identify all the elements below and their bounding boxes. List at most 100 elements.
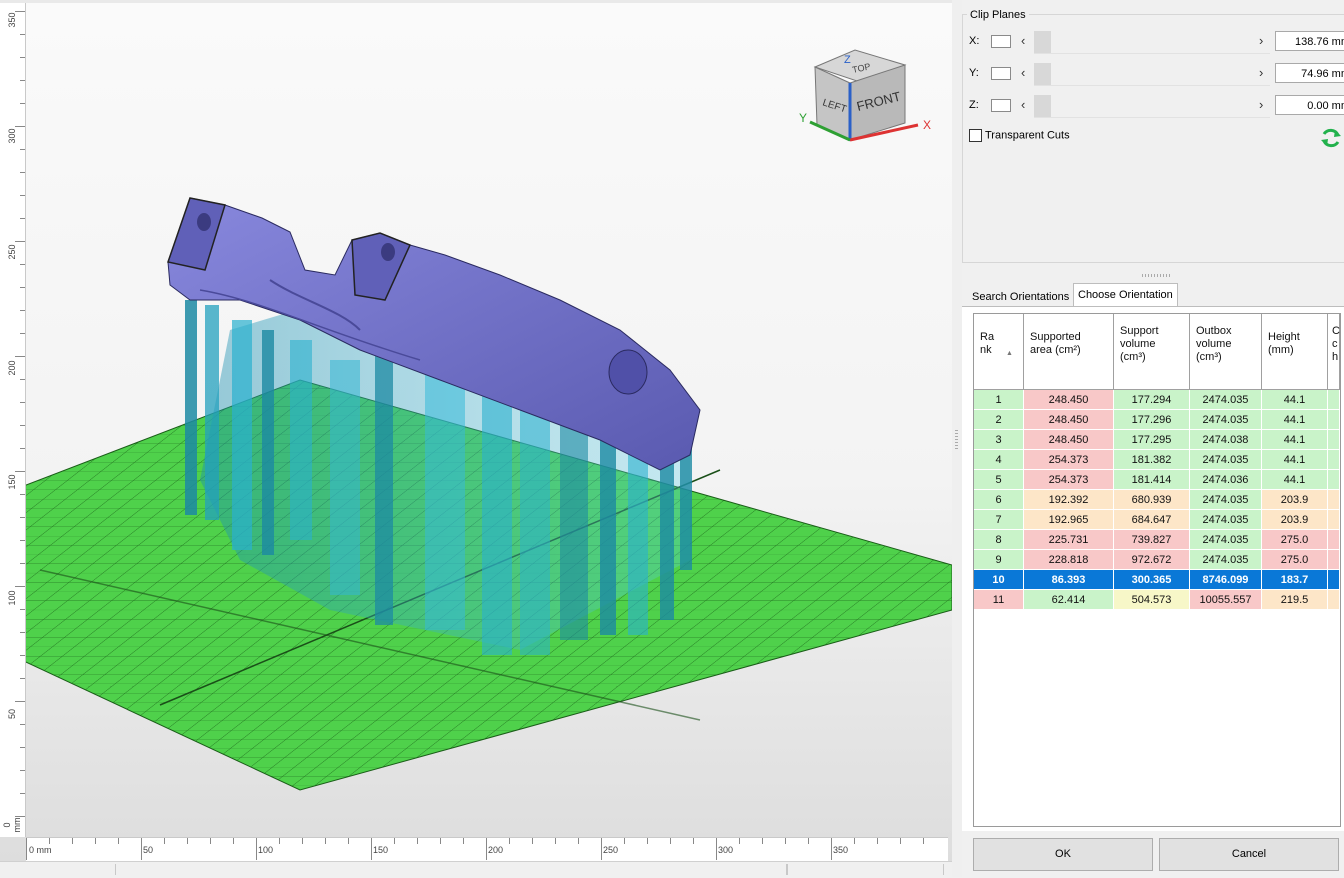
view-cube[interactable]: TOP LEFT FRONT X Y Z: [795, 45, 940, 150]
clip-x-slider-thumb[interactable]: [1034, 31, 1051, 53]
ruler-tick: [20, 34, 25, 35]
cell-area: 254.373: [1024, 450, 1114, 470]
ruler-tick: [15, 701, 25, 702]
table-row[interactable]: 8 225.731 739.827 2474.035 275.0: [974, 530, 1340, 550]
ruler-tick: [20, 678, 25, 679]
horizontal-ruler-label: 150: [373, 845, 389, 855]
ruler-tick: [831, 838, 832, 860]
cell-truncated: [1328, 410, 1340, 430]
ruler-tick: [670, 838, 671, 844]
clip-x-increase-arrow[interactable]: ›: [1259, 34, 1263, 47]
ruler-tick: [15, 356, 25, 357]
table-row[interactable]: 1 248.450 177.294 2474.035 44.1: [974, 390, 1340, 410]
cell-outbox-volume: 2474.035: [1190, 550, 1262, 570]
table-row[interactable]: 4 254.373 181.382 2474.035 44.1: [974, 450, 1340, 470]
clip-x-value-input[interactable]: 138.76 mm: [1275, 31, 1344, 51]
column-header-support-volume[interactable]: Support volume (cm³): [1114, 314, 1190, 390]
cell-height: 275.0: [1262, 530, 1328, 550]
clip-x-slider-track[interactable]: [1034, 53, 1270, 54]
axis-y-label: Y: [799, 111, 807, 125]
ruler-tick: [693, 838, 694, 844]
clip-y-increase-arrow[interactable]: ›: [1259, 66, 1263, 79]
clip-y-toggle[interactable]: [991, 67, 1011, 80]
cell-rank: 6: [974, 490, 1024, 510]
cell-area: 248.450: [1024, 430, 1114, 450]
cell-rank: 8: [974, 530, 1024, 550]
table-row[interactable]: 3 248.450 177.295 2474.038 44.1: [974, 430, 1340, 450]
tab-choose-orientation[interactable]: Choose Orientation: [1073, 283, 1178, 306]
cell-support-volume: 177.296: [1114, 410, 1190, 430]
vertical-splitter[interactable]: [952, 0, 962, 877]
refresh-icon[interactable]: [1320, 127, 1342, 149]
clip-axis-label: X:: [969, 35, 980, 47]
clip-x-toggle[interactable]: [991, 35, 1011, 48]
column-header-rank[interactable]: Ra nk: [974, 314, 1024, 390]
clip-z-slider-thumb[interactable]: [1034, 95, 1051, 117]
ok-button[interactable]: OK: [973, 838, 1153, 871]
splitter-grip[interactable]: [955, 430, 958, 450]
clip-plane-row-y: Y: ‹ › 74.96 mm: [962, 63, 1344, 86]
cell-rank: 10: [974, 570, 1024, 590]
ruler-tick: [20, 540, 25, 541]
ruler-tick: [233, 838, 234, 844]
column-header-outbox-volume[interactable]: Outbox volume (cm³): [1190, 314, 1262, 390]
table-row[interactable]: 9 228.818 972.672 2474.035 275.0: [974, 550, 1340, 570]
ruler-tick: [739, 838, 740, 844]
tab-search-orientations[interactable]: Search Orientations: [967, 286, 1074, 308]
ruler-tick: [20, 793, 25, 794]
splitter-grip[interactable]: [1142, 274, 1170, 277]
table-row[interactable]: 11 62.414 504.573 10055.557 219.5: [974, 590, 1340, 610]
column-header-supported-area[interactable]: Supported area (cm²): [1024, 314, 1114, 390]
cell-area: 192.965: [1024, 510, 1114, 530]
ruler-tick: [325, 838, 326, 844]
transparent-cuts-checkbox[interactable]: Transparent Cuts: [969, 129, 1070, 142]
clip-z-increase-arrow[interactable]: ›: [1259, 98, 1263, 111]
ruler-tick: [463, 838, 464, 844]
clip-axis-label: Y:: [969, 67, 979, 79]
clip-z-slider-track[interactable]: [1034, 117, 1270, 118]
table-row[interactable]: 2 248.450 177.296 2474.035 44.1: [974, 410, 1340, 430]
clip-y-slider-thumb[interactable]: [1034, 63, 1051, 85]
cell-height: 183.7: [1262, 570, 1328, 590]
clip-y-slider-track[interactable]: [1034, 85, 1270, 86]
ruler-tick: [509, 838, 510, 844]
ruler-tick: [877, 838, 878, 844]
clip-z-decrease-arrow[interactable]: ‹: [1021, 98, 1025, 111]
ruler-tick: [49, 838, 50, 844]
cell-outbox-volume: 2474.035: [1190, 510, 1262, 530]
cell-support-volume: 181.414: [1114, 470, 1190, 490]
clip-plane-row-z: Z: ‹ › 0.00 mm: [962, 95, 1344, 118]
horizontal-ruler-label: 0 mm: [29, 845, 52, 855]
clip-x-decrease-arrow[interactable]: ‹: [1021, 34, 1025, 47]
ruler-tick: [210, 838, 211, 844]
table-row[interactable]: 10 86.393 300.365 8746.099 183.7: [974, 570, 1340, 590]
checkbox-box[interactable]: [969, 129, 982, 142]
cell-height: 44.1: [1262, 470, 1328, 490]
cell-truncated: [1328, 530, 1340, 550]
clip-y-value-input[interactable]: 74.96 mm: [1275, 63, 1344, 83]
orientation-table[interactable]: Ra nk ▲ Supported area (cm²) Support vol…: [973, 313, 1341, 827]
ruler-tick: [486, 838, 487, 860]
ruler-tick: [72, 838, 73, 844]
cell-outbox-volume: 10055.557: [1190, 590, 1262, 610]
table-row[interactable]: 5 254.373 181.414 2474.036 44.1: [974, 470, 1340, 490]
clip-plane-row-x: X: ‹ › 138.76 mm: [962, 31, 1344, 54]
horizontal-splitter[interactable]: [962, 263, 1344, 277]
cell-truncated: [1328, 390, 1340, 410]
cancel-button[interactable]: Cancel: [1159, 838, 1339, 871]
clip-y-decrease-arrow[interactable]: ‹: [1021, 66, 1025, 79]
clip-z-value-input[interactable]: 0.00 mm: [1275, 95, 1344, 115]
clip-z-toggle[interactable]: [991, 99, 1011, 112]
3d-viewport[interactable]: 350 300 250 200 150 100 50 0 mm 0 mm 50 …: [0, 0, 952, 877]
ruler-tick: [26, 838, 27, 860]
table-row[interactable]: 6 192.392 680.939 2474.035 203.9: [974, 490, 1340, 510]
ruler-tick: [20, 310, 25, 311]
table-row[interactable]: 7 192.965 684.647 2474.035 203.9: [974, 510, 1340, 530]
ruler-tick: [20, 632, 25, 633]
cell-area: 86.393: [1024, 570, 1114, 590]
column-header-truncated[interactable]: C c h: [1328, 314, 1340, 390]
ruler-tick: [256, 838, 257, 860]
cell-area: 248.450: [1024, 410, 1114, 430]
column-header-height[interactable]: Height (mm): [1262, 314, 1328, 390]
vertical-ruler: 350 300 250 200 150 100 50 0 mm: [0, 3, 26, 837]
